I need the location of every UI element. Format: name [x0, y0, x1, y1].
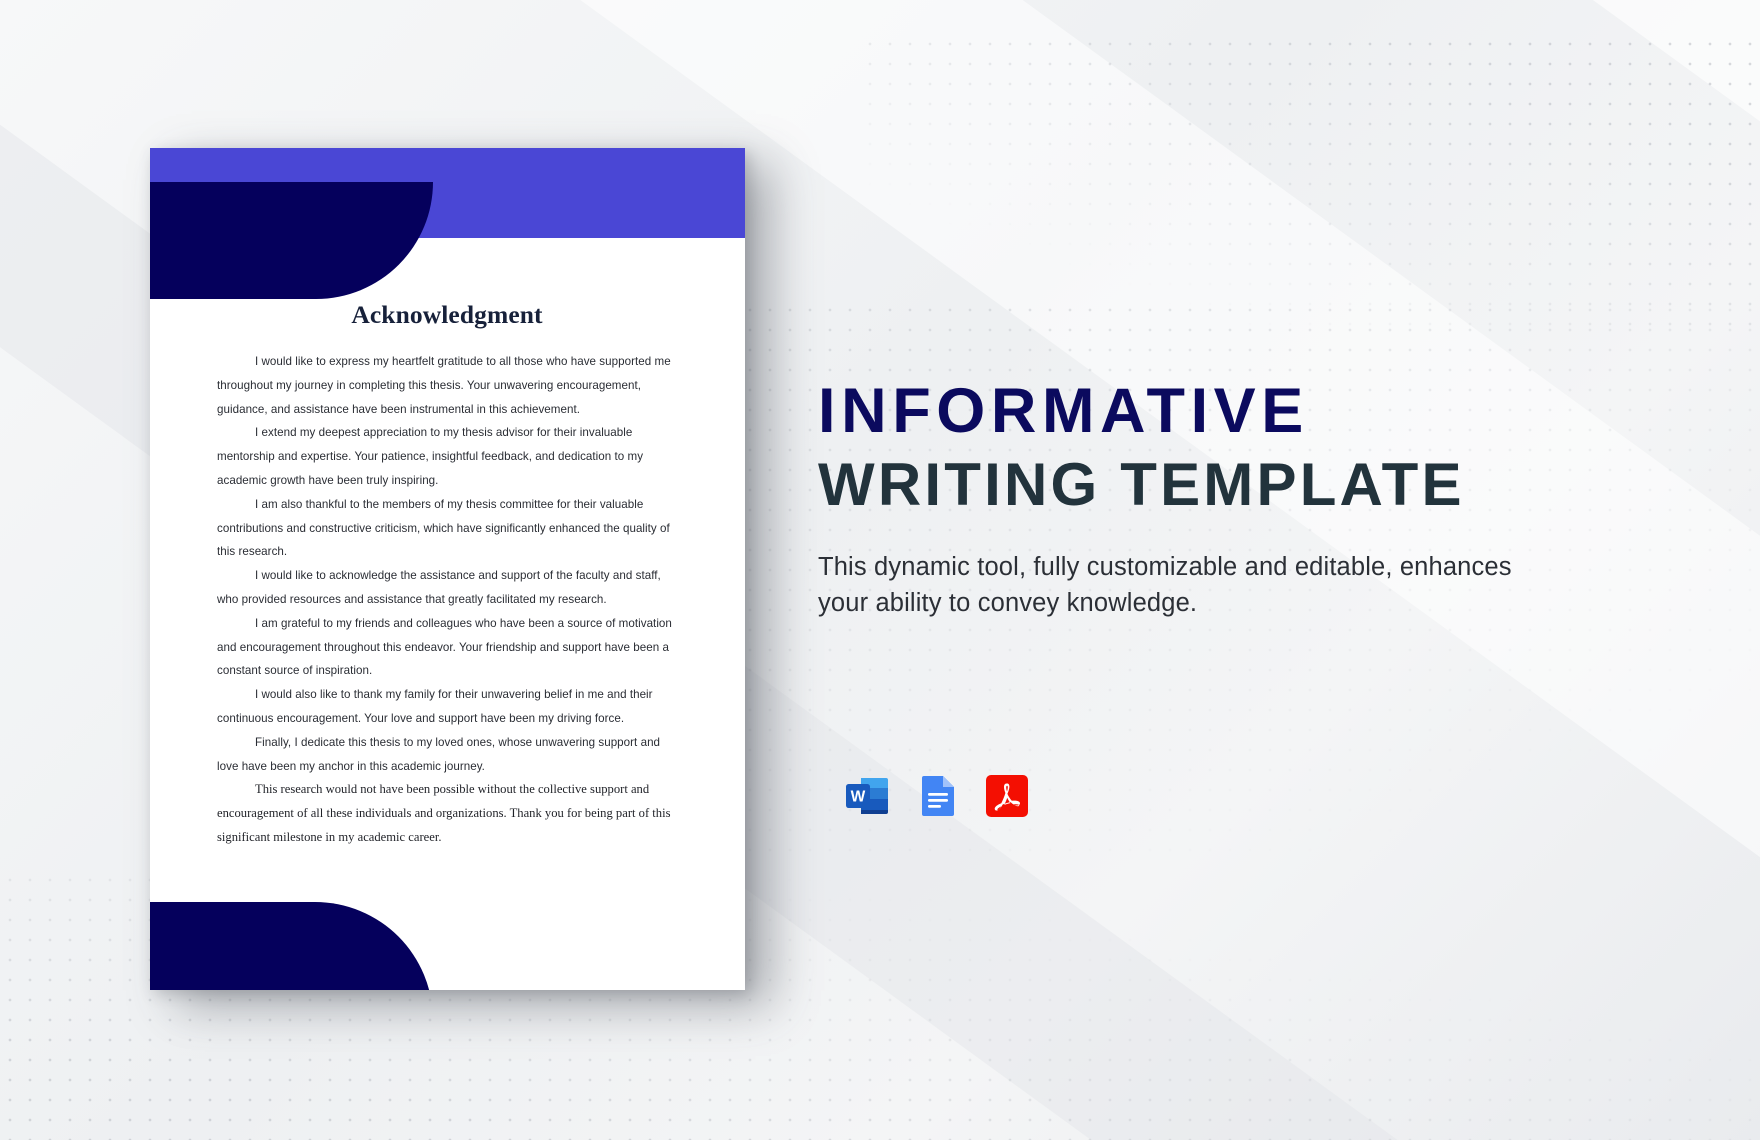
dot-pattern-top-right [860, 34, 1760, 334]
document-paragraph: I am grateful to my friends and colleagu… [217, 616, 672, 678]
ms-word-icon[interactable]: W [843, 772, 891, 820]
document-paragraph: I would like to express my heartfelt gra… [217, 355, 671, 416]
document-corner-shape-top [150, 182, 433, 299]
document-paragraph: Finally, I dedicate this thesis to my lo… [217, 735, 661, 773]
promo-subtitle: This dynamic tool, fully customizable an… [818, 553, 1512, 617]
document-page: Acknowledgment I would like to express m… [150, 148, 745, 990]
document-preview[interactable]: Acknowledgment I would like to express m… [150, 148, 745, 990]
document-corner-shape-bottom [150, 902, 433, 990]
promo-panel: INFORMATIVE WRITING TEMPLATE This dynami… [818, 380, 1608, 621]
document-paragraph: I am also thankful to the members of my … [217, 497, 670, 559]
document-title: Acknowledgment [351, 300, 543, 329]
document-paragraph: I would like to acknowledge the assistan… [217, 569, 661, 606]
svg-text:W: W [851, 789, 866, 806]
document-paragraph: I would also like to thank my family for… [217, 688, 653, 725]
document-body: Acknowledgment I would like to express m… [150, 300, 745, 850]
google-docs-icon[interactable] [913, 772, 961, 820]
promo-headline-primary: INFORMATIVE [818, 376, 1309, 446]
format-icon-group: W [843, 772, 1031, 820]
promo-headline-secondary: WRITING TEMPLATE [818, 451, 1465, 518]
document-paragraph: I extend my deepest appreciation to my t… [217, 426, 644, 487]
document-paragraph: This research would not have been possib… [217, 782, 671, 844]
pdf-icon[interactable] [983, 772, 1031, 820]
